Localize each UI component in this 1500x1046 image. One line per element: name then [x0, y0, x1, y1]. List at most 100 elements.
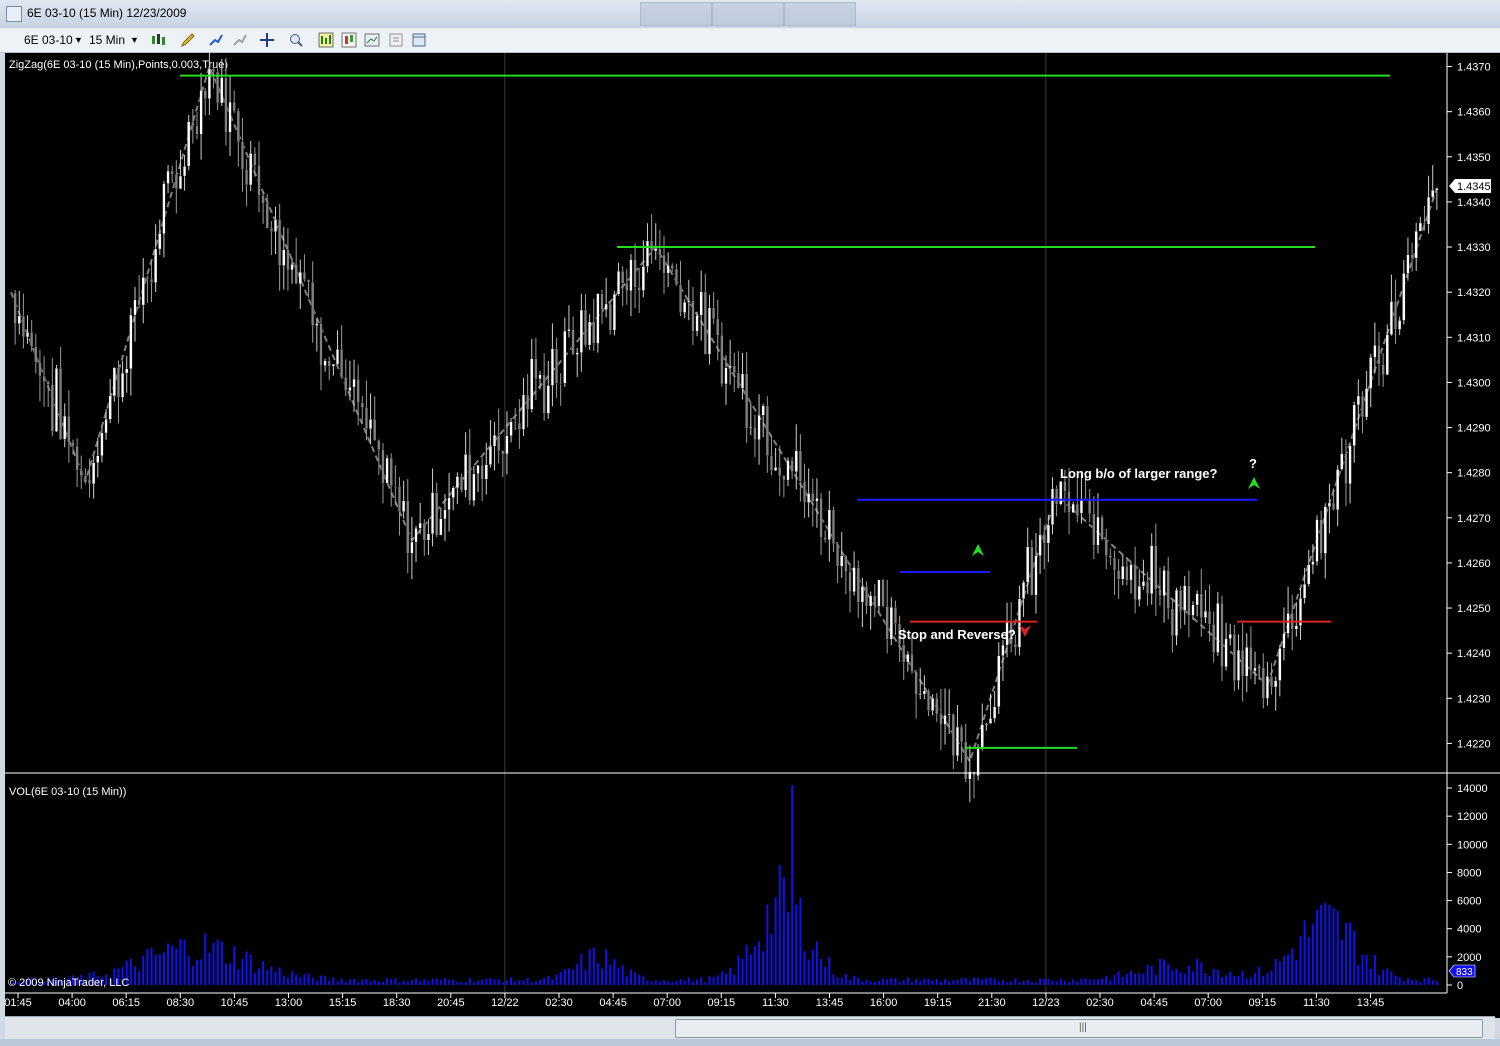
pencil-draw-icon[interactable] — [180, 32, 196, 48]
volume-bar — [708, 976, 711, 985]
candle-body — [1125, 566, 1129, 581]
volume-bar — [415, 978, 418, 985]
volume-bar — [1092, 979, 1095, 985]
volume-bar — [158, 954, 161, 985]
time-axis-label: 13:45 — [1357, 997, 1385, 1009]
candle-body — [674, 268, 678, 285]
time-axis-label: 13:00 — [275, 997, 303, 1009]
candle-body — [1046, 524, 1050, 544]
volume-bar — [1196, 958, 1199, 985]
candle-body — [621, 271, 625, 284]
interval-dropdown-icon[interactable]: ▼ — [130, 31, 139, 49]
layout-icon[interactable] — [411, 32, 427, 48]
indicator-icon[interactable] — [208, 32, 224, 48]
volume-bar — [204, 933, 207, 985]
candle-body — [641, 266, 645, 291]
volume-bar — [282, 975, 285, 985]
candle-body — [104, 419, 108, 434]
volume-bar — [584, 969, 587, 985]
horizontal-scrollbar[interactable]: ||| — [5, 1016, 1495, 1039]
candle-body — [224, 77, 228, 133]
volume-bar — [1340, 939, 1343, 985]
window-title: 6E 03-10 (15 Min) 12/23/2009 — [27, 6, 187, 20]
candle-body — [1373, 345, 1377, 358]
candle-body — [815, 497, 819, 502]
volume-bar — [1328, 904, 1331, 985]
volume-bar — [1349, 922, 1352, 985]
candle-body — [1406, 254, 1410, 274]
candle-body — [369, 419, 373, 429]
candle-body — [1071, 503, 1075, 513]
candle-body — [1108, 555, 1112, 558]
candle-body — [162, 183, 166, 234]
price-axis-label: 1.4260 — [1457, 558, 1491, 570]
candle-body — [902, 644, 906, 663]
candle-body — [59, 368, 63, 440]
instrument-dropdown-icon[interactable]: ▼ — [74, 31, 83, 49]
volume-bar — [406, 981, 409, 985]
candle-body — [497, 434, 501, 451]
properties-icon[interactable] — [388, 32, 404, 48]
volume-bar — [162, 952, 165, 985]
candle-body — [947, 713, 951, 716]
candle-body — [1228, 634, 1232, 639]
volume-bar — [1398, 977, 1401, 985]
candle-body — [1013, 644, 1017, 648]
chart-panel[interactable]: ZigZag(6E 03-10 (15 Min),Points,0.003,Tr… — [4, 46, 1500, 1018]
candle-body — [21, 315, 25, 338]
crosshair-icon[interactable] — [259, 32, 275, 48]
candle-body — [480, 465, 484, 480]
volume-bar — [1063, 981, 1066, 985]
chart-style-icon[interactable] — [364, 32, 380, 48]
candle-body — [1158, 588, 1162, 597]
volume-bar — [1270, 970, 1273, 985]
volume-axis-label: 10000 — [1457, 839, 1488, 851]
volume-bar — [667, 981, 670, 985]
volume-bar — [472, 982, 475, 985]
volume-bar — [786, 912, 789, 985]
candle-body — [178, 175, 182, 190]
volume-bar — [634, 971, 637, 985]
maximize-button[interactable] — [712, 2, 784, 26]
volume-axis-label: 12000 — [1457, 811, 1488, 823]
volume-bar — [931, 980, 934, 985]
volume-bar — [1266, 972, 1269, 985]
volume-bar — [551, 979, 554, 985]
price-axis-label: 1.4350 — [1457, 152, 1491, 164]
volume-bar — [1030, 981, 1033, 985]
volume-bar — [1353, 931, 1356, 985]
chart-canvas[interactable]: ZigZag(6E 03-10 (15 Min),Points,0.003,Tr… — [4, 46, 1500, 1018]
candle-body — [1348, 445, 1352, 485]
candlestick-icon[interactable] — [341, 32, 357, 48]
volume-bar — [1001, 980, 1004, 985]
volume-bar — [1146, 964, 1149, 985]
close-button[interactable] — [784, 2, 856, 26]
interval-selector[interactable]: 15 Min — [89, 31, 125, 49]
data-series-icon[interactable] — [318, 32, 334, 48]
bar-type-icon[interactable] — [150, 32, 166, 48]
price-axis-label: 1.4300 — [1457, 377, 1491, 389]
candle-body — [439, 518, 443, 536]
candle-body — [575, 352, 579, 355]
volume-bar — [865, 979, 868, 985]
candle-body — [728, 365, 732, 368]
time-axis-label: 01:45 — [5, 997, 32, 1009]
volume-bar — [977, 977, 980, 985]
volume-bar — [803, 951, 806, 985]
candle-body — [265, 203, 269, 229]
minimize-button[interactable] — [640, 2, 712, 26]
strategy-icon[interactable] — [232, 32, 248, 48]
volume-bar — [836, 977, 839, 985]
candle-body — [530, 358, 534, 410]
candle-body — [1055, 488, 1059, 505]
instrument-selector[interactable]: 6E 03-10 — [24, 31, 73, 49]
volume-bar — [340, 978, 343, 985]
volume-bar — [1158, 958, 1161, 985]
volume-bar — [848, 979, 851, 985]
last-price-marker: 1.4345 — [1449, 179, 1491, 193]
candle-body — [1187, 585, 1191, 616]
candle-body — [356, 379, 360, 403]
candle-body — [1410, 254, 1414, 259]
zoom-icon[interactable] — [288, 32, 304, 48]
candle-body — [170, 170, 174, 175]
